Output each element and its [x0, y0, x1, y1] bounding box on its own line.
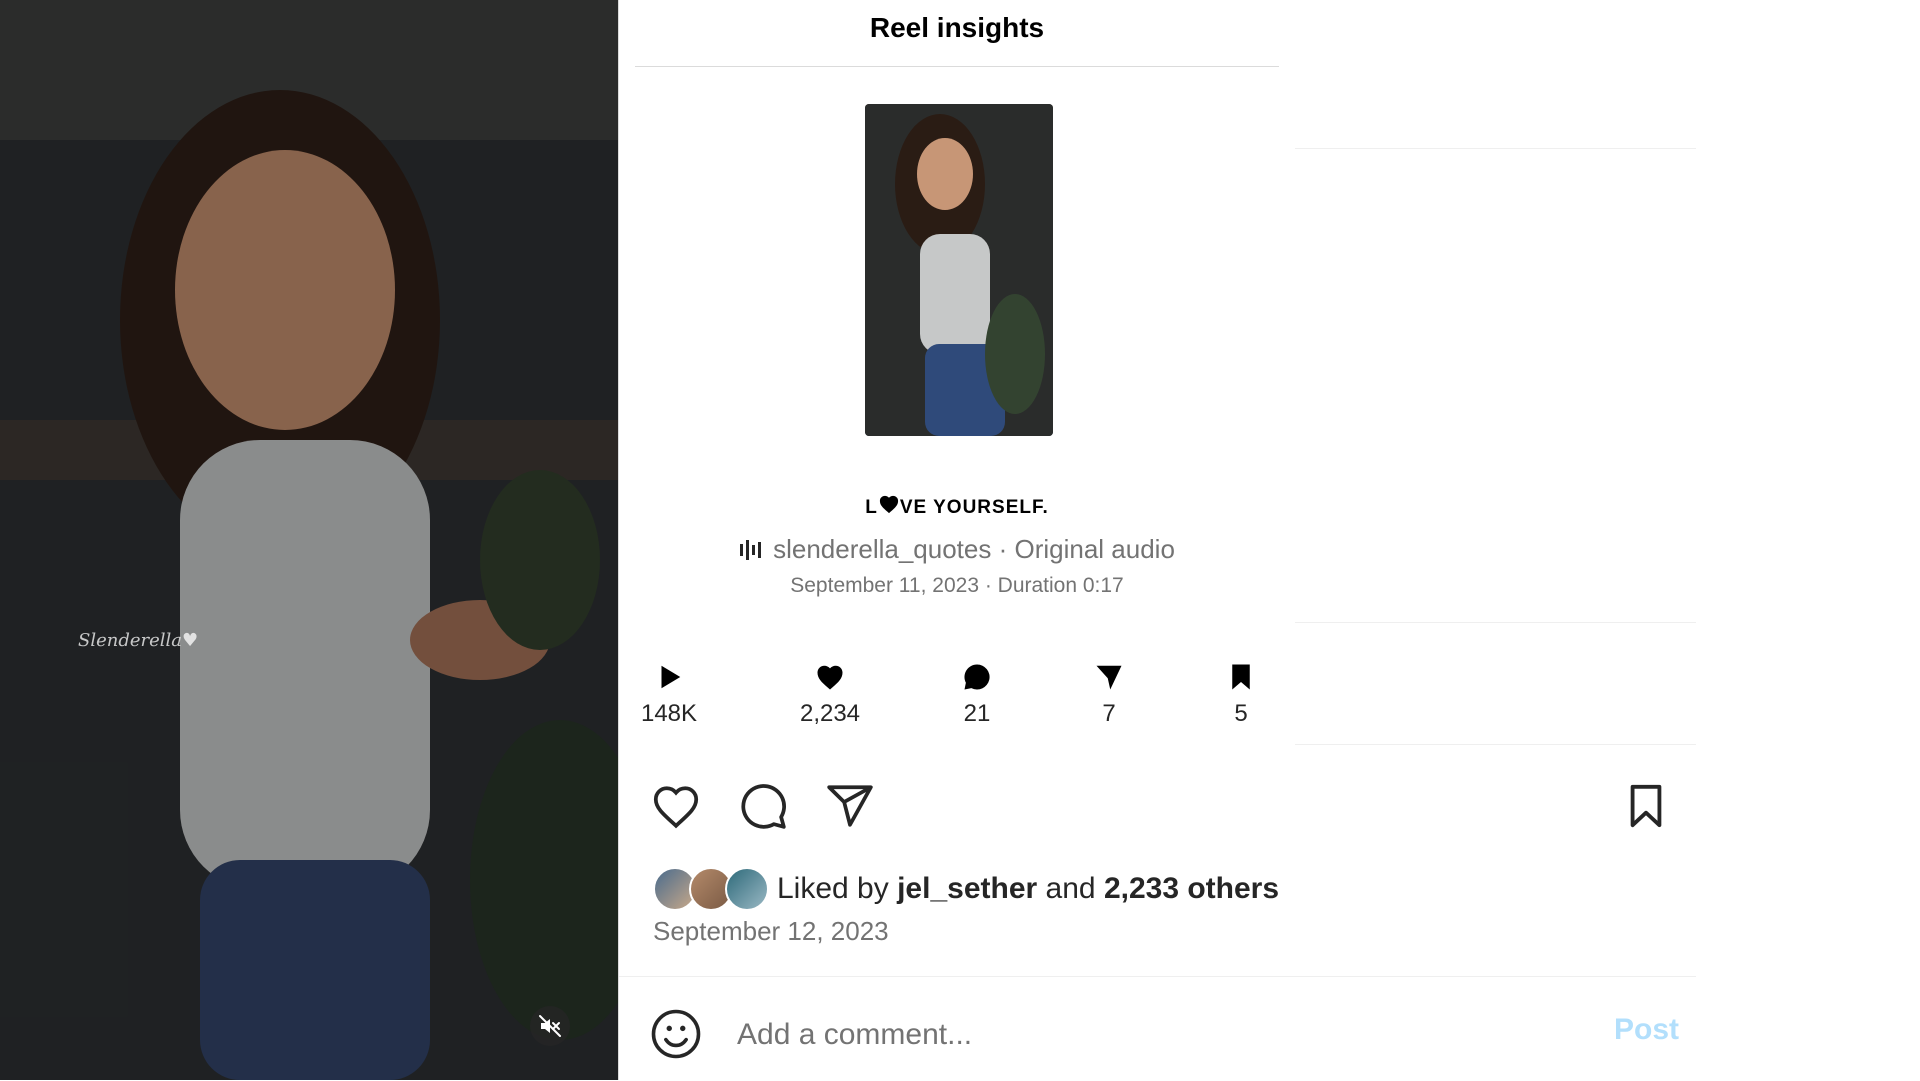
reel-insights-panel: Reel insights L VE YOURSELF. slenderella_…	[619, 0, 1295, 740]
mute-button[interactable]	[530, 1006, 570, 1046]
audio-waveform-icon	[740, 539, 762, 560]
insights-title: Reel insights	[869, 12, 1045, 43]
divider-line	[1295, 622, 1696, 623]
play-icon	[661, 665, 681, 689]
likes-summary: Liked by jel_sether and 2,233 others	[653, 866, 1279, 912]
comment-bar: Post	[619, 976, 1696, 1081]
likes-conjunction: and	[1045, 872, 1096, 905]
smiley-icon	[651, 1009, 701, 1059]
emoji-button[interactable]	[649, 1007, 703, 1061]
heart-outline-icon	[653, 786, 699, 829]
speaker-muted-icon	[539, 1015, 561, 1037]
likes-prefix: Liked by	[777, 872, 889, 905]
liker-username-link[interactable]: jel_sether	[897, 872, 1037, 905]
comment-input[interactable]	[735, 1011, 1559, 1059]
metric-value: 5	[1234, 700, 1248, 727]
likes-others-link[interactable]: 2,233 others	[1104, 872, 1279, 905]
metric-value: 7	[1102, 700, 1116, 727]
reel-thumbnail-image	[865, 104, 1053, 436]
comment-filled-icon	[964, 664, 990, 690]
metric-shares: 7	[1059, 662, 1159, 728]
insights-divider	[635, 66, 1279, 67]
metric-likes: 2,234	[780, 662, 880, 728]
metric-comments: 21	[927, 662, 1027, 728]
metric-plays: 148K	[619, 662, 719, 728]
comment-button[interactable]	[737, 780, 789, 832]
metric-saves: 5	[1191, 662, 1291, 728]
post-comment-button[interactable]: Post	[1609, 1013, 1679, 1047]
reel-video-player[interactable]: Slenderella♥	[0, 0, 618, 1080]
video-dim-overlay	[0, 0, 618, 1080]
share-button[interactable]	[824, 780, 876, 832]
avatar[interactable]	[725, 867, 769, 911]
bookmark-outline-icon	[1630, 784, 1662, 828]
divider-line	[1295, 744, 1696, 745]
video-watermark: Slenderella♥	[78, 630, 199, 651]
audio-text[interactable]: slenderella_quotes · Original audio	[773, 534, 1175, 565]
heart-caption-icon	[879, 495, 898, 514]
reel-caption: L VE YOURSELF.	[619, 494, 1295, 519]
post-date[interactable]: September 12, 2023	[653, 916, 889, 947]
comment-outline-icon	[741, 784, 786, 829]
share-outline-icon	[827, 785, 873, 827]
metric-value: 148K	[640, 700, 698, 727]
audio-attribution[interactable]: slenderella_quotes · Original audio	[619, 534, 1295, 565]
reel-date-duration: September 11, 2023 · Duration 0:17	[790, 574, 1124, 597]
like-button[interactable]	[650, 780, 702, 832]
bookmark-filled-icon	[1232, 664, 1250, 690]
heart-filled-icon	[817, 665, 843, 690]
save-button[interactable]	[1620, 780, 1672, 832]
reel-thumbnail	[865, 104, 1053, 436]
metric-value: 2,234	[799, 700, 861, 727]
likes-text: Liked by jel_sether and 2,233 others	[777, 872, 1279, 906]
share-filled-icon	[1096, 665, 1122, 690]
caption-text-start: L	[865, 497, 878, 518]
caption-text-end: VE YOURSELF.	[899, 497, 1049, 518]
metric-value: 21	[963, 700, 991, 727]
divider-line	[1295, 148, 1696, 149]
